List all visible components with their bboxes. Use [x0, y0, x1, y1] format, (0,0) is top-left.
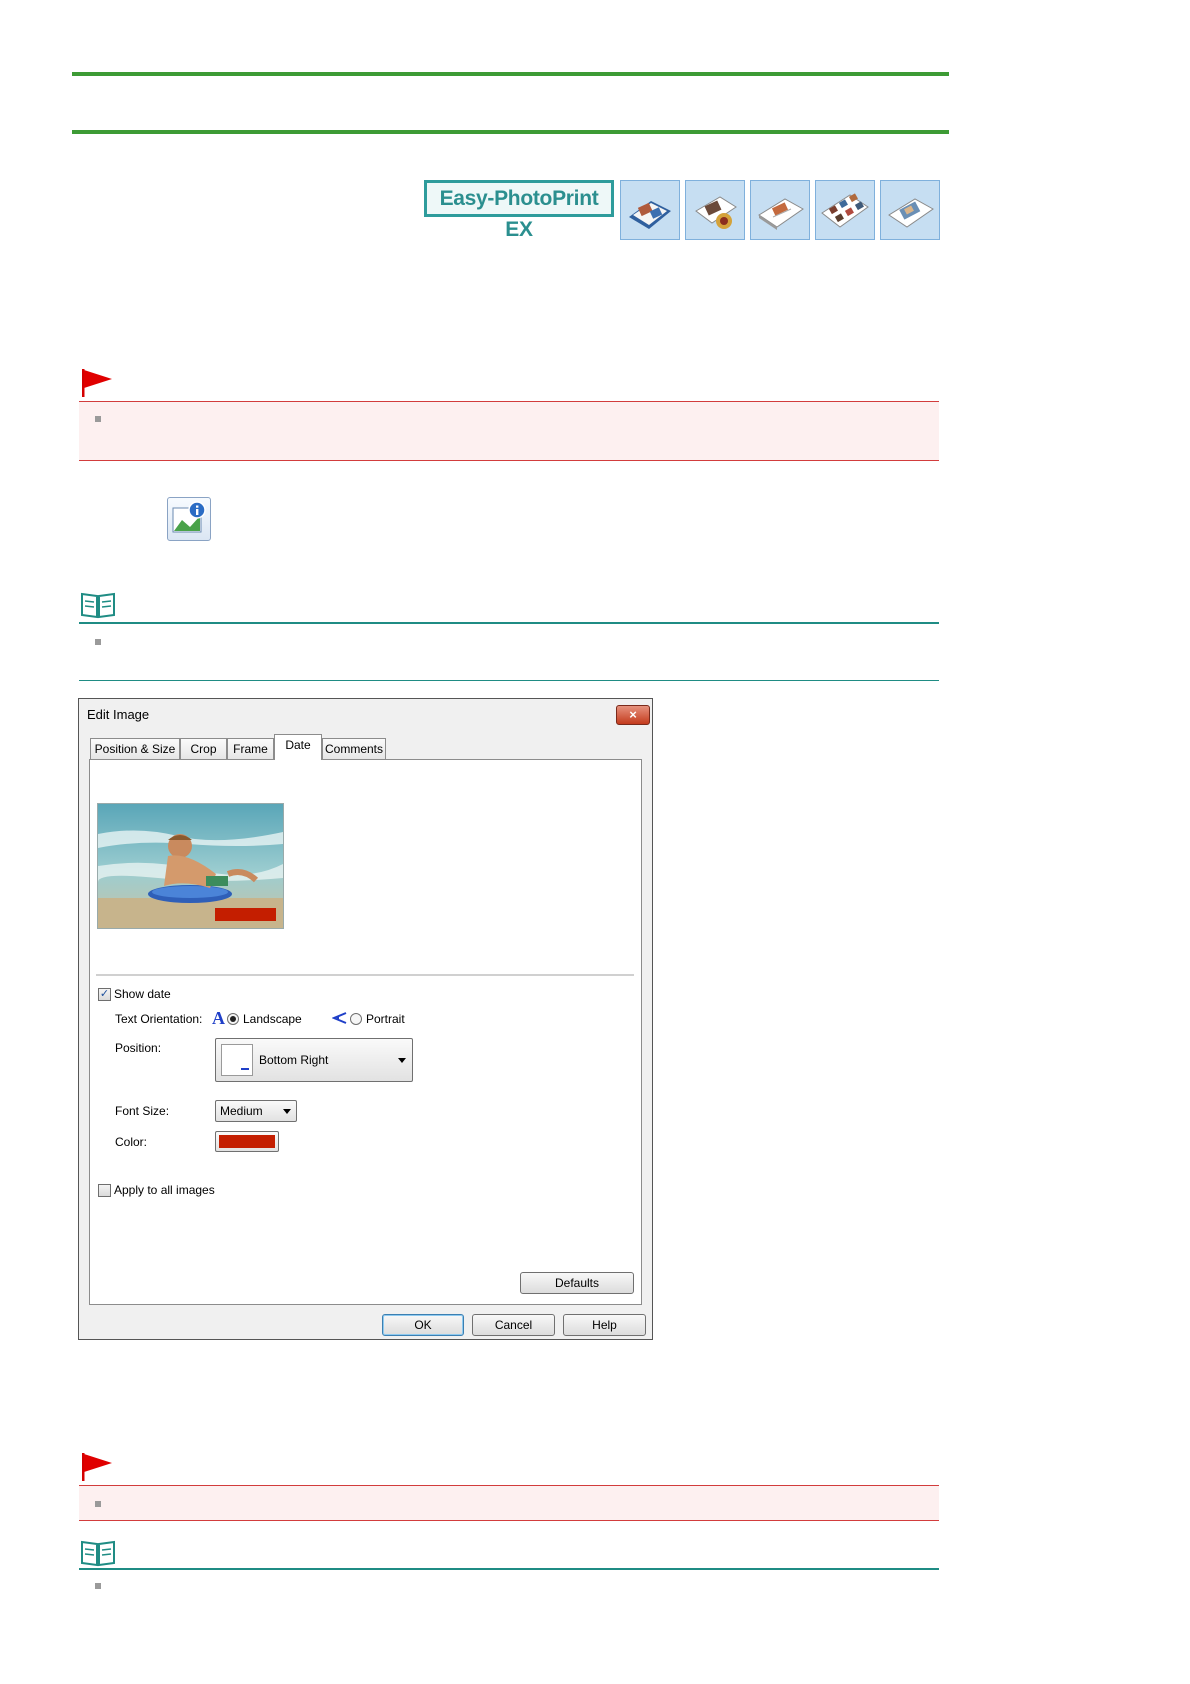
text-orientation-label: Text Orientation: [115, 1012, 203, 1026]
landscape-label: Landscape [243, 1012, 302, 1026]
portrait-text-icon [331, 1010, 348, 1029]
tab-crop[interactable]: Crop [180, 738, 227, 759]
layout-print-icon[interactable] [815, 180, 875, 240]
landscape-text-icon: A [212, 1008, 225, 1028]
section-divider [96, 974, 634, 976]
tab-comments[interactable]: Comments [322, 738, 386, 759]
important-box-1 [79, 401, 939, 461]
date-stamp [215, 908, 276, 921]
defaults-button[interactable]: Defaults [520, 1272, 634, 1294]
bullet-marker [95, 416, 101, 422]
portrait-label: Portrait [366, 1012, 405, 1026]
bullet-marker [95, 639, 101, 645]
position-preview-icon [221, 1044, 253, 1076]
image-preview [97, 803, 284, 929]
portrait-radio[interactable] [350, 1013, 362, 1025]
important-flag-icon [80, 1452, 114, 1482]
landscape-radio[interactable] [227, 1013, 239, 1025]
chevron-down-icon [283, 1109, 291, 1114]
note-book-icon [80, 1538, 116, 1568]
help-button[interactable]: Help [563, 1314, 646, 1336]
date-tab-panel: ✓ Show date Text Orientation: A Landscap… [89, 759, 642, 1305]
position-dropdown[interactable]: Bottom Right [215, 1038, 413, 1082]
important-flag-icon [80, 368, 114, 398]
stickers-icon[interactable] [750, 180, 810, 240]
header-rule-top [72, 72, 949, 76]
album-icon[interactable] [620, 180, 680, 240]
note-box-2 [79, 1568, 939, 1598]
font-size-value: Medium [220, 1104, 263, 1118]
color-label: Color: [115, 1135, 148, 1149]
calendar-icon[interactable] [685, 180, 745, 240]
image-info-button[interactable] [167, 497, 211, 541]
position-label: Position: [115, 1041, 162, 1055]
bullet-marker [95, 1583, 101, 1589]
dialog-title: Edit Image [87, 707, 150, 722]
color-button[interactable] [215, 1131, 279, 1152]
note-book-icon [80, 590, 116, 620]
bullet-marker [95, 1501, 101, 1507]
color-swatch [219, 1135, 275, 1148]
tab-frame[interactable]: Frame [227, 738, 274, 759]
tab-position-size[interactable]: Position & Size [90, 738, 180, 759]
note-box-1 [79, 622, 939, 681]
apply-all-label: Apply to all images [114, 1183, 215, 1197]
ok-button[interactable]: OK [382, 1314, 464, 1336]
chevron-down-icon [398, 1058, 406, 1063]
show-date-label: Show date [114, 987, 171, 1001]
edit-image-dialog: Edit Image × Position & Size Crop Frame … [78, 698, 653, 1340]
photo-print-icon[interactable] [880, 180, 940, 240]
header-rule-bottom [72, 130, 949, 134]
apply-all-checkbox[interactable] [98, 1184, 111, 1197]
show-date-checkbox[interactable]: ✓ [98, 988, 111, 1001]
important-box-2 [79, 1485, 939, 1521]
cancel-button[interactable]: Cancel [472, 1314, 555, 1336]
close-button[interactable]: × [616, 705, 650, 725]
position-value: Bottom Right [259, 1053, 329, 1067]
tab-date[interactable]: Date [274, 734, 322, 760]
font-size-label: Font Size: [115, 1104, 170, 1118]
dialog-titlebar[interactable]: Edit Image × [79, 699, 652, 729]
font-size-dropdown[interactable]: Medium [215, 1100, 297, 1122]
easy-photoprint-logo[interactable]: Easy-PhotoPrint EX [424, 180, 614, 241]
